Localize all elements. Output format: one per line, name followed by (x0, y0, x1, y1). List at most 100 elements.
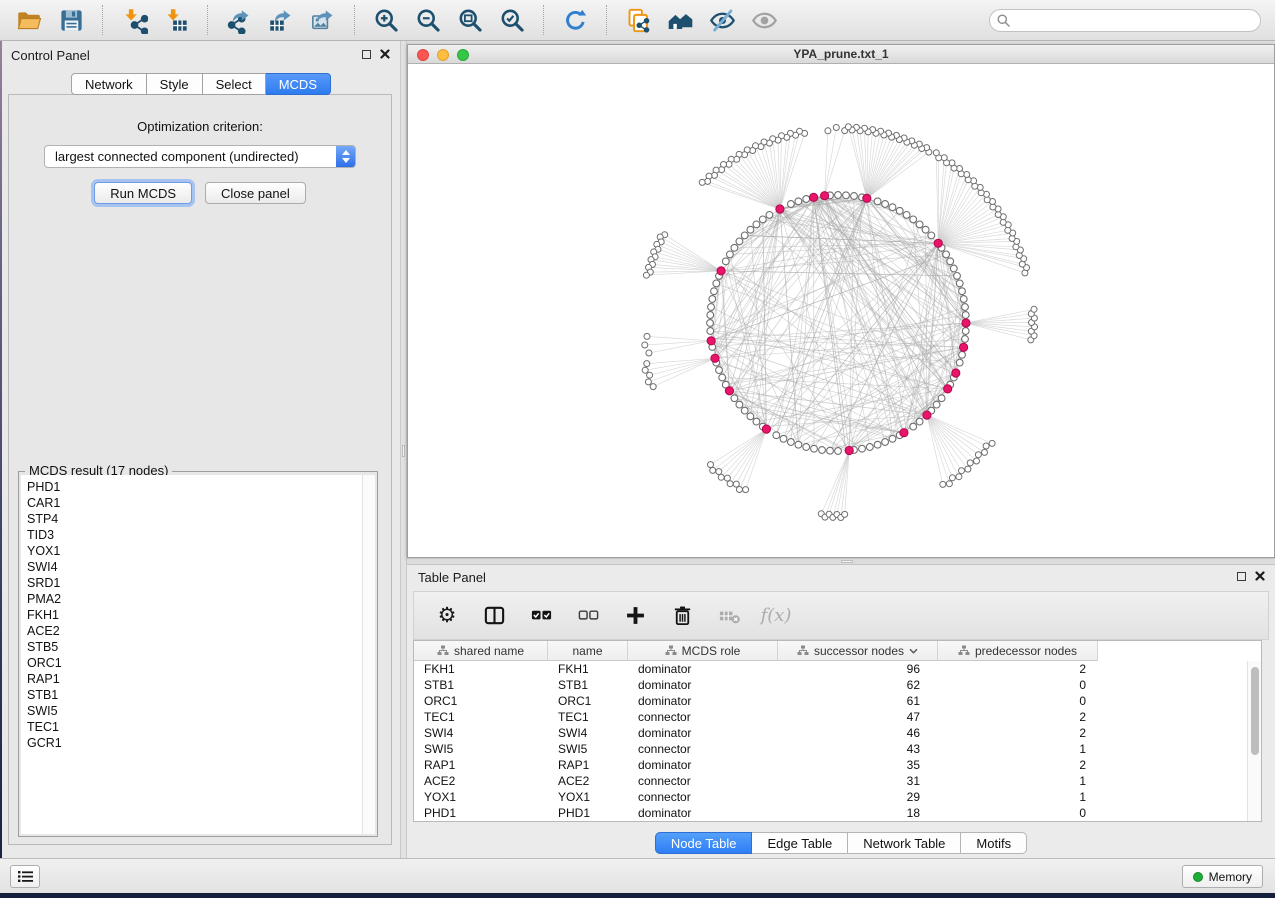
mcds-result-item[interactable]: STB1 (21, 687, 375, 703)
network-node[interactable] (943, 251, 950, 258)
tab-motifs[interactable]: Motifs (961, 832, 1027, 854)
select-all-rows-button[interactable] (526, 600, 556, 632)
mcds-result-item[interactable]: CAR1 (21, 495, 375, 511)
mcds-result-item[interactable]: SRD1 (21, 575, 375, 591)
dominator-node[interactable] (810, 193, 818, 201)
vertical-splitter-grip[interactable] (402, 445, 405, 457)
network-canvas[interactable] (408, 64, 1274, 557)
mcds-result-item[interactable]: ACE2 (21, 623, 375, 639)
network-node[interactable] (747, 413, 754, 420)
zoom-out-button[interactable] (410, 2, 446, 38)
network-leaf-node[interactable] (956, 474, 962, 480)
network-leaf-node[interactable] (650, 384, 656, 390)
network-node[interactable] (962, 304, 969, 311)
table-row[interactable]: SWI4SWI4dominator462 (414, 725, 1261, 741)
network-leaf-node[interactable] (646, 350, 652, 356)
network-node[interactable] (795, 198, 802, 205)
network-leaf-node[interactable] (736, 487, 742, 493)
tab-select[interactable]: Select (203, 73, 266, 95)
zoom-fit-button[interactable] (452, 2, 488, 38)
toggle-panels-button[interactable] (479, 600, 509, 632)
float-table-panel-icon[interactable] (1237, 572, 1246, 581)
network-node[interactable] (874, 441, 881, 448)
zoom-in-button[interactable] (368, 2, 404, 38)
network-node[interactable] (709, 296, 716, 303)
network-leaf-node[interactable] (989, 440, 995, 446)
export-image-button[interactable] (305, 2, 341, 38)
table-scrollbar-thumb[interactable] (1251, 667, 1259, 755)
column-settings-button[interactable]: ⚙ (432, 600, 462, 632)
search-input[interactable] (1015, 14, 1260, 28)
dominator-node[interactable] (776, 205, 784, 213)
column-header-successor-nodes[interactable]: successor nodes (778, 641, 938, 661)
dominator-node[interactable] (900, 429, 908, 437)
network-node[interactable] (956, 359, 963, 366)
dominator-node[interactable] (863, 194, 871, 202)
table-scrollbar[interactable] (1247, 661, 1261, 821)
table-row[interactable]: STB1STB1dominator620 (414, 677, 1261, 693)
network-node[interactable] (916, 221, 923, 228)
network-node[interactable] (962, 336, 969, 343)
network-node[interactable] (859, 445, 866, 452)
dominator-node[interactable] (960, 343, 968, 351)
network-node[interactable] (954, 273, 961, 280)
clone-network-button[interactable] (620, 2, 656, 38)
network-node[interactable] (962, 312, 969, 319)
mcds-result-item[interactable]: SWI5 (21, 703, 375, 719)
close-panel-icon[interactable] (380, 49, 390, 59)
network-overview-button[interactable] (662, 2, 698, 38)
network-leaf-node[interactable] (1031, 306, 1037, 312)
network-leaf-node[interactable] (644, 361, 650, 367)
show-graphics-details-button[interactable] (746, 2, 782, 38)
zoom-selected-button[interactable] (494, 2, 530, 38)
dominator-node[interactable] (821, 192, 829, 200)
network-node[interactable] (835, 448, 842, 455)
network-leaf-node[interactable] (983, 443, 989, 449)
network-node[interactable] (819, 447, 826, 454)
mcds-result-item[interactable]: SWI4 (21, 559, 375, 575)
mcds-result-item[interactable]: STP4 (21, 511, 375, 527)
dominator-node[interactable] (845, 446, 853, 454)
network-node[interactable] (928, 232, 935, 239)
network-leaf-node[interactable] (716, 469, 722, 475)
network-node[interactable] (795, 441, 802, 448)
network-node[interactable] (811, 445, 818, 452)
network-node[interactable] (866, 444, 873, 451)
network-node[interactable] (741, 407, 748, 414)
tab-node-table[interactable]: Node Table (655, 832, 753, 854)
network-node[interactable] (753, 418, 760, 425)
network-node[interactable] (950, 265, 957, 272)
mcds-result-item[interactable]: ORC1 (21, 655, 375, 671)
network-node[interactable] (910, 423, 917, 430)
network-node[interactable] (736, 401, 743, 408)
tab-mcds[interactable]: MCDS (266, 73, 331, 95)
table-row[interactable]: YOX1YOX1connector291 (414, 789, 1261, 805)
network-node[interactable] (766, 212, 773, 219)
delete-column-button[interactable] (667, 600, 697, 632)
network-node[interactable] (843, 192, 850, 199)
network-node[interactable] (896, 207, 903, 214)
network-node[interactable] (956, 280, 963, 287)
mcds-result-item[interactable]: STB5 (21, 639, 375, 655)
mcds-result-item[interactable]: TID3 (21, 527, 375, 543)
network-node[interactable] (874, 198, 881, 205)
network-node[interactable] (889, 435, 896, 442)
network-leaf-node[interactable] (933, 150, 939, 156)
dominator-node[interactable] (707, 337, 715, 345)
network-node[interactable] (719, 374, 726, 381)
search-field[interactable] (989, 9, 1261, 32)
network-leaf-node[interactable] (965, 466, 971, 472)
dominator-node[interactable] (725, 387, 733, 395)
network-node[interactable] (959, 288, 966, 295)
network-node[interactable] (803, 196, 810, 203)
network-node[interactable] (773, 432, 780, 439)
column-header-MCDS-role[interactable]: MCDS role (628, 641, 778, 661)
network-node[interactable] (759, 216, 766, 223)
horizontal-splitter-grip[interactable] (841, 560, 853, 563)
network-window-titlebar[interactable]: YPA_prune.txt_1 (408, 45, 1274, 64)
network-leaf-node[interactable] (710, 467, 716, 473)
network-leaf-node[interactable] (982, 449, 988, 455)
refresh-network-button[interactable] (557, 2, 593, 38)
network-node[interactable] (731, 244, 738, 251)
network-node[interactable] (882, 439, 889, 446)
